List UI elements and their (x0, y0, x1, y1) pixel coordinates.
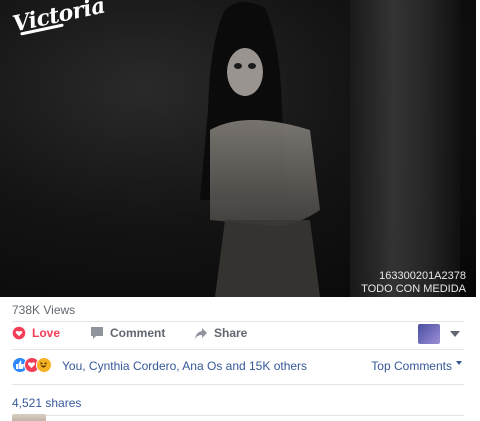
right-edge (476, 0, 480, 421)
video-player[interactable]: Victoria 163300201A2378 TODO CON MEDIDA (0, 0, 480, 297)
share-button[interactable]: Share (194, 326, 247, 340)
comment-label: Comment (110, 326, 166, 340)
divider-bottom (12, 384, 464, 385)
reaction-summary[interactable]: You, Cynthia Cordero, Ana Os and 15K oth… (62, 359, 307, 373)
haha-icon (36, 357, 52, 373)
comment-sort-dropdown[interactable]: Top Comments (371, 359, 462, 373)
comment-button[interactable]: Comment (90, 326, 165, 340)
caret-down-icon (456, 361, 462, 365)
page-avatar-selector[interactable] (418, 324, 440, 344)
video-background-wall (350, 0, 460, 297)
video-overlay-tagline: TODO CON MEDIDA (361, 283, 466, 295)
heart-icon (12, 326, 26, 340)
chevron-down-icon[interactable] (450, 331, 460, 337)
post-footer: 738K Views Love Comment Share You, Cynth… (0, 297, 476, 421)
view-count: 738K Views (12, 303, 76, 317)
reactions-row: You, Cynthia Cordero, Ana Os and 15K oth… (0, 355, 476, 377)
share-arrow-icon (195, 328, 207, 339)
commenter-avatar[interactable] (12, 414, 46, 421)
comment-icon (91, 327, 103, 339)
video-overlay-code: 163300201A2378 (379, 270, 466, 282)
action-bar: Love Comment Share (0, 321, 476, 347)
share-count[interactable]: 4,521 shares (12, 396, 81, 410)
share-label: Share (214, 326, 248, 340)
love-button[interactable]: Love (12, 326, 60, 340)
reaction-icons[interactable] (12, 357, 58, 375)
divider-middle (12, 349, 464, 350)
divider-comments (12, 415, 464, 416)
comment-sort-label: Top Comments (371, 359, 452, 373)
love-label: Love (32, 326, 61, 340)
video-figure-silhouette (200, 1, 320, 297)
